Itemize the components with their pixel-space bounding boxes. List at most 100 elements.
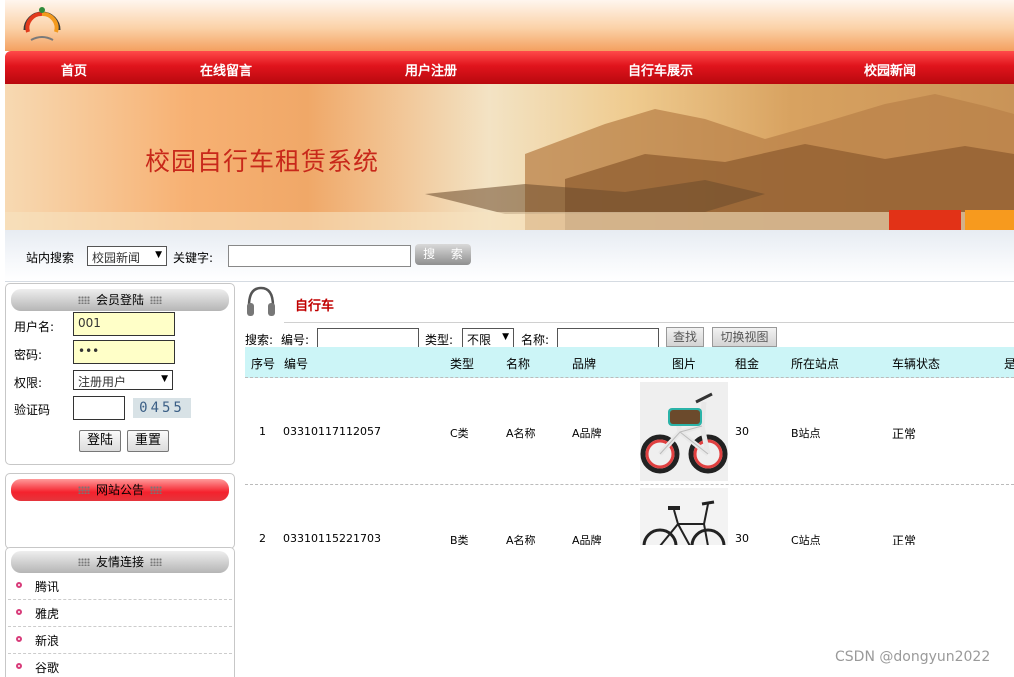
cell-station: C站点 [791, 534, 821, 545]
chevron-down-icon: ▼ [502, 332, 509, 342]
section-title: 自行车 [295, 299, 335, 314]
search-category-select[interactable]: 校园新闻 ▼ [87, 246, 167, 266]
cell-rent: 30 [735, 425, 749, 438]
column-header: 编号 [284, 357, 309, 371]
login-panel-header: 会员登陆 [11, 289, 229, 311]
cell-rent: 30 [735, 532, 749, 545]
table-row[interactable]: 1 03310117112057 C类 A名称 A品牌 30 B站点 正常 [245, 378, 1014, 485]
headphone-icon [247, 286, 275, 316]
role-value: 注册用户 [78, 375, 127, 389]
nav-item-bikes[interactable]: 自行车展示 [628, 60, 693, 79]
type-filter-select[interactable]: 不限 ▼ [462, 328, 514, 348]
friend-link-label[interactable]: 新浪 [35, 632, 59, 649]
friend-links-title: 友情连接 [95, 555, 144, 569]
column-header: 租金 [735, 357, 760, 371]
column-header: 是 [1004, 357, 1014, 371]
watermark: CSDN @dongyun2022 [835, 649, 991, 665]
cell-no: 2 [259, 532, 266, 545]
column-header: 序号 [251, 357, 276, 371]
announcement-panel: 网站公告 [5, 473, 235, 549]
password-input[interactable]: ••• [73, 340, 175, 364]
bicycle-icon [640, 488, 728, 545]
column-header: 车辆状态 [892, 357, 941, 371]
captcha-input[interactable] [73, 396, 125, 420]
column-header: 名称 [506, 357, 531, 371]
top-header [5, 0, 1014, 51]
username-input[interactable]: 001 [73, 312, 175, 336]
bullet-icon [16, 609, 22, 615]
friend-link-item[interactable]: 新浪 [8, 627, 232, 654]
grip-icon [150, 296, 162, 304]
code-filter-input[interactable] [317, 328, 419, 348]
bike-photo[interactable] [640, 488, 728, 545]
name-filter-label: 名称: [521, 333, 550, 347]
grip-icon [77, 558, 90, 566]
column-header: 类型 [450, 357, 475, 371]
bullet-icon [16, 663, 22, 669]
banner: 校园自行车租赁系统 [5, 84, 1014, 230]
bicycle-icon [640, 382, 728, 481]
role-select[interactable]: 注册用户 ▼ [73, 370, 173, 390]
captcha-label: 验证码 [14, 403, 51, 417]
cell-code: 03310115221703 [283, 532, 381, 545]
table-row[interactable]: 2 03310115221703 B类 A名称 A品牌 30 C站点 正常 [245, 486, 1014, 545]
login-panel-title: 会员登陆 [95, 293, 144, 307]
toggle-view-button[interactable]: 切换视图 [712, 327, 777, 347]
cell-no: 1 [259, 425, 266, 438]
cell-type: C类 [450, 427, 469, 440]
bike-photo[interactable] [640, 382, 728, 481]
grip-icon [77, 486, 90, 494]
login-panel: 会员登陆 用户名: 001 密码: ••• 权限: 注册用户 ▼ 验证码 045… [5, 283, 235, 465]
grip-icon [77, 296, 90, 304]
keyword-label: 关键字: [173, 251, 214, 265]
login-button[interactable]: 登陆 [79, 430, 121, 452]
announcement-panel-header: 网站公告 [11, 479, 229, 501]
column-header: 品牌 [572, 357, 597, 371]
cell-type: B类 [450, 534, 469, 545]
password-label: 密码: [14, 348, 43, 362]
logo-icon [23, 7, 61, 41]
grip-icon [150, 558, 162, 566]
bullet-icon [16, 582, 22, 588]
find-button[interactable]: 查找 [666, 327, 704, 347]
column-header: 图片 [672, 357, 697, 371]
main-content: 自行车 搜索: 编号: 类型: 不限 ▼ 名称: 查找 切换视图 序号 编号 类… [240, 282, 1014, 677]
friend-links-panel: 友情连接 腾讯 雅虎 新浪 谷歌 [5, 547, 235, 677]
friend-link-item[interactable]: 腾讯 [8, 573, 232, 600]
friend-link-item[interactable]: 雅虎 [8, 600, 232, 627]
cell-name: A名称 [506, 427, 536, 440]
site-search-label: 站内搜索 [26, 251, 75, 265]
nav-item-register[interactable]: 用户注册 [405, 60, 457, 79]
reset-button[interactable]: 重置 [127, 430, 169, 452]
cell-brand: A品牌 [572, 534, 602, 545]
cell-code: 03310117112057 [283, 425, 381, 438]
nav-item-news[interactable]: 校园新闻 [864, 60, 916, 79]
type-filter-label: 类型: [425, 333, 454, 347]
friend-link-label[interactable]: 雅虎 [35, 605, 59, 622]
column-header: 所在站点 [791, 357, 840, 371]
main-nav: 首页 在线留言 用户注册 自行车展示 校园新闻 [5, 51, 1014, 84]
name-filter-input[interactable] [557, 328, 659, 348]
bullet-icon [16, 636, 22, 642]
site-search-button[interactable]: 搜 索 [415, 244, 471, 265]
friend-link-label[interactable]: 谷歌 [35, 659, 59, 676]
search-category-value: 校园新闻 [92, 251, 141, 265]
divider [284, 322, 1014, 323]
site-title: 校园自行车租赁系统 [145, 147, 380, 176]
chevron-down-icon: ▼ [161, 374, 168, 384]
nav-item-message[interactable]: 在线留言 [200, 60, 252, 79]
filter-prefix: 搜索: [245, 333, 274, 347]
keyword-input[interactable] [228, 245, 411, 267]
cell-brand: A品牌 [572, 427, 602, 440]
nav-item-home[interactable]: 首页 [61, 60, 87, 79]
username-label: 用户名: [14, 320, 55, 334]
friend-links-header: 友情连接 [11, 551, 229, 573]
site-search-bar: 站内搜索 校园新闻 ▼ 关键字: 搜 索 [5, 230, 1014, 282]
captcha-image[interactable]: 0455 [133, 398, 191, 418]
friend-link-item[interactable]: 谷歌 [8, 654, 232, 677]
friend-link-label[interactable]: 腾讯 [35, 578, 59, 595]
grip-icon [150, 486, 162, 494]
table-header: 序号 编号 类型 名称 品牌 图片 租金 所在站点 车辆状态 是 [245, 347, 1014, 378]
cell-status: 正常 [892, 534, 917, 545]
page: 首页 在线留言 用户注册 自行车展示 校园新闻 校园自行车租赁系统 站内搜索 校… [0, 0, 1014, 677]
